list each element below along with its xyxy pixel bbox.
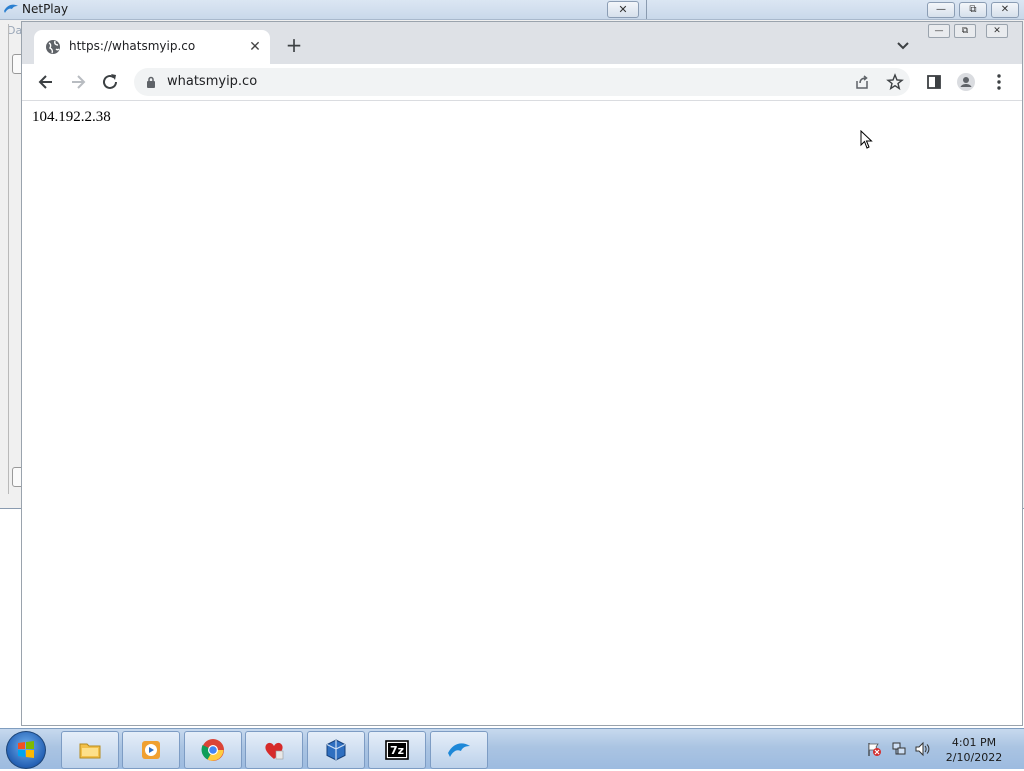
netplay-side-panel — [8, 24, 21, 494]
url-text[interactable]: whatsmyip.co — [167, 74, 257, 89]
page-content: 104.192.2.38 — [22, 101, 1022, 725]
chrome-window: https://whatsmyip.co ✕ + — ⧉ ✕ whatsmyip… — [21, 21, 1023, 726]
reload-icon[interactable] — [100, 72, 120, 92]
dolphin-icon — [4, 4, 18, 14]
tab-title: https://whatsmyip.co — [69, 39, 196, 53]
clock[interactable]: 4:01 PM 2/10/2022 — [944, 735, 1004, 765]
chevron-down-icon[interactable] — [894, 36, 912, 54]
taskbar-heart-app[interactable] — [245, 731, 303, 769]
tab-strip: https://whatsmyip.co ✕ + — ⧉ ✕ — [22, 22, 1022, 64]
back-arrow-icon[interactable] — [36, 72, 56, 92]
virtualbox-icon — [326, 739, 346, 761]
address-bar[interactable]: whatsmyip.co — [134, 68, 910, 96]
browser-toolbar: whatsmyip.co — [22, 64, 1022, 101]
profile-icon[interactable] — [956, 72, 976, 92]
windows-logo-icon — [18, 741, 34, 758]
taskbar-file-explorer[interactable] — [61, 731, 119, 769]
clock-date: 2/10/2022 — [945, 751, 1003, 764]
7zip-icon: 7z — [385, 740, 409, 760]
tab-close-icon[interactable]: ✕ — [246, 38, 264, 56]
network-icon[interactable] — [891, 741, 907, 757]
taskbar-dolphin[interactable] — [430, 731, 488, 769]
chrome-restore-button[interactable]: ⧉ — [954, 24, 976, 38]
mouse-cursor-icon — [860, 130, 873, 149]
taskbar: 7z 4:01 PM 2/10/2022 — [0, 728, 1024, 769]
more-menu-icon[interactable] — [989, 72, 1009, 92]
netplay-close-button[interactable]: ✕ — [607, 1, 639, 18]
start-button[interactable] — [6, 731, 46, 769]
chrome-icon — [201, 739, 224, 761]
side-panel-icon[interactable] — [924, 72, 944, 92]
forward-arrow-icon[interactable] — [68, 72, 88, 92]
taskbar-media-player[interactable] — [122, 731, 180, 769]
share-icon[interactable] — [854, 74, 870, 90]
lock-icon[interactable] — [146, 76, 156, 88]
restore-button[interactable]: ⧉ — [959, 2, 987, 18]
clock-time: 4:01 PM — [951, 736, 997, 749]
heart-icon — [265, 742, 284, 760]
minimize-button[interactable]: — — [927, 2, 955, 18]
action-center-flag-icon[interactable] — [866, 741, 882, 757]
chrome-minimize-button[interactable]: — — [928, 24, 950, 38]
taskbar-chrome[interactable] — [184, 731, 242, 769]
volume-icon[interactable] — [914, 741, 930, 757]
ip-address-text: 104.192.2.38 — [32, 109, 111, 125]
chrome-close-button[interactable]: ✕ — [986, 24, 1008, 38]
taskbar-virtualbox[interactable] — [307, 731, 365, 769]
globe-icon — [46, 40, 60, 54]
dolphin-icon — [448, 743, 470, 757]
taskbar-7zip[interactable]: 7z — [368, 731, 426, 769]
new-tab-button[interactable]: + — [284, 35, 304, 55]
svg-text:7z: 7z — [390, 744, 404, 757]
close-button[interactable]: ✕ — [991, 2, 1019, 18]
bookmark-star-icon[interactable] — [886, 73, 904, 91]
folder-icon — [79, 743, 101, 759]
netplay-title: NetPlay — [22, 2, 69, 16]
netplay-titlebar[interactable]: NetPlay ✕ — ⧉ ✕ — [0, 0, 1024, 20]
media-player-icon — [142, 741, 160, 759]
tab-whatsmyip[interactable]: https://whatsmyip.co ✕ — [34, 30, 270, 64]
divider — [646, 0, 647, 19]
